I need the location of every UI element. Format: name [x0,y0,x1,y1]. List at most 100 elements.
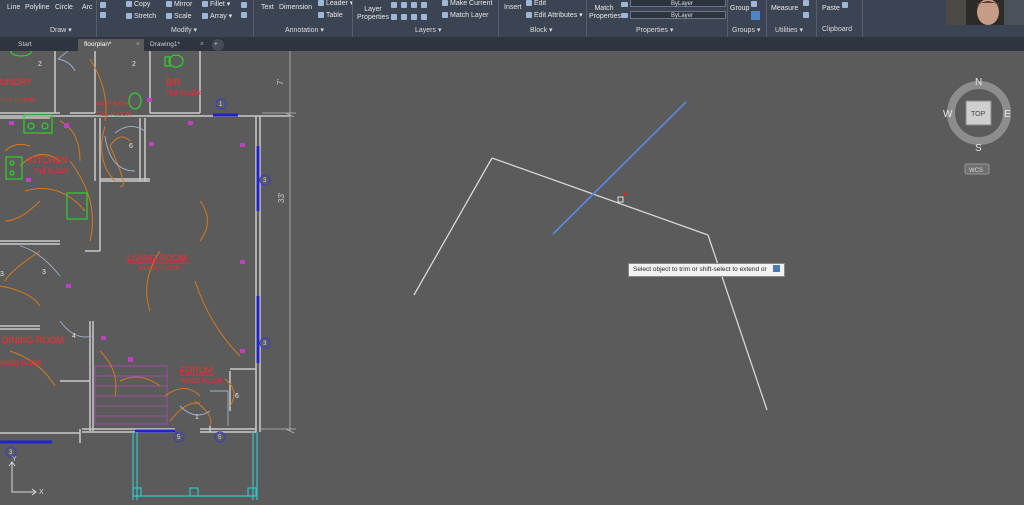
compass-south[interactable]: S [975,143,982,154]
linetype-select[interactable]: ByLayer [630,11,726,19]
close-icon[interactable]: × [200,39,204,51]
line-tool[interactable]: Line [7,4,20,12]
layer-color-icon[interactable] [421,2,427,8]
ungroup-icon[interactable] [751,1,757,7]
stretch-icon [126,13,132,19]
room-floor-label: TILE FLOOR [0,98,36,104]
layer-isolate-icon[interactable] [391,14,397,20]
room-label: HALF BATH [96,102,129,108]
insert-button[interactable]: Insert [504,4,522,12]
room-floor-label: WOOD FLOOR [0,361,42,367]
properties-panel-label[interactable]: Properties ▾ [636,26,673,34]
layer-properties-button[interactable]: Layer Properties [357,6,389,22]
new-tab-button[interactable]: + [212,39,224,51]
lineweight-select[interactable]: ByLayer [630,0,726,7]
panel-separator [96,0,97,37]
table-label: Table [326,12,343,19]
copy-icon [126,1,132,7]
fillet-tool[interactable]: Fillet ▾ [202,1,230,9]
tab-drawing1[interactable]: Drawing1* × [144,39,208,51]
measure-button[interactable]: Measure [771,5,798,13]
layer-thaw-icon[interactable] [421,14,427,20]
table-tool[interactable]: Table [318,12,343,20]
draw-panel-label[interactable]: Draw ▾ [50,26,72,34]
copy-tool[interactable]: Copy [126,1,150,9]
viewcube[interactable]: TOP N S E W WCS [943,77,1011,175]
explode-icon[interactable] [241,12,247,18]
text-tool[interactable]: Text [261,4,274,12]
match-properties-button[interactable]: Match Properties [589,5,621,21]
clipboard-panel-label[interactable]: Clipboard [822,26,852,33]
arc-tool[interactable]: Arc [82,4,93,12]
sketch-line[interactable] [413,157,493,296]
leader-tool[interactable]: Leader ▾ [318,0,353,8]
compass-east[interactable]: E [1004,109,1011,120]
compass-west[interactable]: W [943,109,953,120]
room-label: DINING ROOM [2,335,64,345]
layers-panel-label[interactable]: Layers ▾ [415,26,441,34]
group-select-icon[interactable] [751,11,760,20]
scale-tool[interactable]: Scale [166,13,192,21]
dimension-text: 33' [277,192,286,203]
compass-north[interactable]: N [975,77,982,88]
paste-button[interactable]: Paste [822,5,840,13]
array-tool[interactable]: Array ▾ [202,13,232,21]
array-icon [202,13,208,19]
layer-lock-icon[interactable] [411,2,417,8]
block-panel-label[interactable]: Block ▾ [530,26,553,34]
quick-calc-icon[interactable] [803,0,809,6]
color-icon[interactable] [621,2,628,7]
match-layer-button[interactable]: Match Layer [442,12,489,20]
options-icon[interactable] [772,265,780,272]
door-tag: 2 [38,61,42,68]
annotation-panel-label[interactable]: Annotation ▾ [285,26,324,34]
cutting-edge-line[interactable] [552,101,687,235]
edit-block-button[interactable]: Edit [526,0,546,8]
layer-freeze-icon[interactable] [401,2,407,8]
rotate-icon[interactable] [100,12,106,18]
tab-floorplan[interactable]: floorplan* × [78,39,144,51]
edit-attributes-button[interactable]: Edit Attributes ▾ [526,12,583,20]
layer-off-icon[interactable] [411,14,417,20]
file-tabs: Start floorplan* × Drawing1* × + [0,37,1024,51]
close-icon[interactable]: × [136,39,140,51]
porch [132,432,258,500]
room-label: LIVING ROOM [127,253,187,263]
layer-on-icon[interactable] [391,2,397,8]
linetype-icon[interactable] [621,13,628,18]
utilities-panel-label[interactable]: Utilities ▾ [775,26,803,34]
move-icon[interactable] [100,2,106,8]
group-button[interactable]: Group [730,5,749,13]
layer-unisolate-icon[interactable] [401,14,407,20]
stretch-tool[interactable]: Stretch [126,13,156,21]
circle-tool[interactable]: Circle [55,4,73,12]
stretch-label: Stretch [134,13,157,20]
door-tag: 2 [132,61,136,68]
mirror-icon [166,1,172,7]
drawing-svg: 7' 33' UNDRY TILE FLOOR B/R TILE FLOOR H… [0,47,1011,500]
sketch-line[interactable] [707,234,768,411]
utility-icon[interactable] [803,12,809,18]
ucs-y-label: Y [12,456,17,463]
dimension-text: 7' [276,79,285,85]
make-current-icon [442,0,448,6]
cut-icon[interactable] [842,2,848,8]
room-label: B/R [166,77,182,87]
tab-start[interactable]: Start [12,39,78,51]
mirror-tool[interactable]: Mirror [166,1,192,9]
drawing-canvas[interactable]: 7' 33' UNDRY TILE FLOOR B/R TILE FLOOR H… [0,47,1024,500]
dimension-tool[interactable]: Dimension [279,4,312,12]
door-tag: 6 [235,393,239,400]
sketch-line[interactable] [491,157,709,236]
table-icon [318,12,324,18]
scale-label: Scale [174,13,192,20]
door-tag: 4 [72,333,76,340]
door-tag: 3 [0,271,4,278]
modify-panel-label[interactable]: Modify ▾ [171,26,197,34]
make-current-button[interactable]: Make Current [442,0,492,8]
polyline-tool[interactable]: Polyline [25,4,50,12]
linetype-value: ByLayer [671,13,694,19]
webcam-overlay [946,0,1024,25]
erase-icon[interactable] [241,2,247,8]
groups-panel-label[interactable]: Groups ▾ [732,26,760,34]
